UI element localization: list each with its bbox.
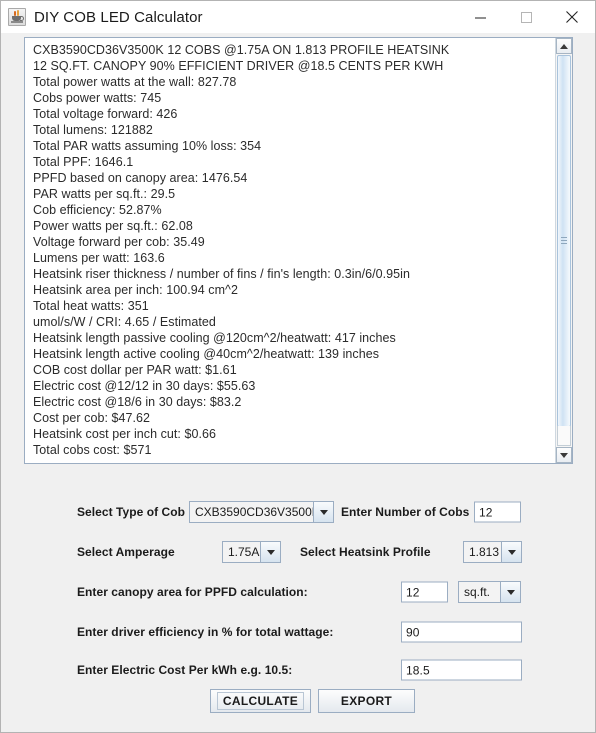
- form-row-canopy-area: Enter canopy area for PPFD calculation: …: [1, 577, 595, 607]
- result-line: PAR watts per sq.ft.: 29.5: [33, 187, 176, 201]
- result-line: Lumens per watt: 163.6: [33, 251, 165, 265]
- cob-type-value: CXB3590CD36V3500K: [189, 501, 320, 523]
- result-line: Electric cost @18/6 in 30 days: $83.2: [33, 395, 242, 409]
- main-content: CXB3590CD36V3500K 12 COBS @1.75A ON 1.81…: [1, 33, 595, 732]
- close-icon: [566, 11, 578, 23]
- canopy-area-label: Enter canopy area for PPFD calculation:: [77, 585, 308, 599]
- java-coffee-cup-icon: [8, 8, 26, 26]
- amperage-select[interactable]: 1.75A: [222, 541, 281, 563]
- result-line: Heatsink length passive cooling @120cm^2…: [33, 331, 396, 345]
- number-of-cobs-label: Enter Number of Cobs: [341, 505, 470, 519]
- driver-efficiency-label: Enter driver efficiency in % for total w…: [77, 625, 334, 639]
- result-line: Heatsink cost per inch cut: $0.66: [33, 427, 216, 441]
- result-line: CXB3590CD36V3500K 12 COBS @1.75A ON 1.81…: [33, 43, 450, 57]
- chevron-up-icon: [560, 43, 568, 49]
- driver-efficiency-input[interactable]: 90: [401, 621, 522, 643]
- heatsink-profile-value: 1.813: [463, 541, 501, 563]
- scroll-up-arrow-button[interactable]: [556, 38, 572, 54]
- chevron-down-icon[interactable]: [260, 541, 281, 563]
- title-bar: DIY COB LED Calculator: [1, 1, 595, 34]
- result-line: Total power watts at the wall: 827.78: [33, 75, 237, 89]
- calculate-button-label: CALCULATE: [216, 692, 305, 710]
- result-line: Total lumens: 121882: [33, 123, 153, 137]
- results-text-area[interactable]: CXB3590CD36V3500K 12 COBS @1.75A ON 1.81…: [25, 38, 555, 463]
- heatsink-profile-label: Select Heatsink Profile: [300, 545, 431, 559]
- electric-cost-label: Enter Electric Cost Per kWh e.g. 10.5:: [77, 663, 293, 677]
- result-line: Electric cost @12/12 in 30 days: $55.63: [33, 379, 256, 393]
- scrollbar-grip-icon: [561, 237, 567, 245]
- result-line: Cost per cob: $47.62: [33, 411, 151, 425]
- export-button-label: EXPORT: [340, 694, 393, 708]
- form-row-amperage: Select Amperage 1.75A Select Heatsink Pr…: [1, 537, 595, 567]
- form-row-electric-cost: Enter Electric Cost Per kWh e.g. 10.5: 1…: [1, 655, 595, 685]
- results-output-panel: CXB3590CD36V3500K 12 COBS @1.75A ON 1.81…: [24, 37, 573, 464]
- application-window: DIY COB LED Calculator CXB3590CD36V3500K…: [0, 0, 596, 733]
- chevron-down-icon[interactable]: [313, 501, 334, 523]
- export-button[interactable]: EXPORT: [318, 689, 415, 713]
- amperage-value: 1.75A: [222, 541, 260, 563]
- result-line: Voltage forward per cob: 35.49: [33, 235, 205, 249]
- canopy-area-input[interactable]: 12: [401, 581, 448, 603]
- result-line: Total voltage forward: 426: [33, 107, 178, 121]
- result-line: Total heat watts: 351: [33, 299, 149, 313]
- result-line: Power watts per sq.ft.: 62.08: [33, 219, 193, 233]
- scrollbar-track[interactable]: [557, 426, 571, 446]
- action-buttons: CALCULATE EXPORT: [1, 689, 595, 715]
- scroll-down-arrow-button[interactable]: [556, 447, 572, 463]
- maximize-button[interactable]: [503, 1, 549, 33]
- heatsink-profile-select[interactable]: 1.813: [463, 541, 522, 563]
- result-line: Cobs power watts: 745: [33, 91, 162, 105]
- calculate-button[interactable]: CALCULATE: [210, 689, 311, 713]
- chevron-down-icon[interactable]: [501, 541, 522, 563]
- scrollbar-thumb[interactable]: [557, 55, 571, 427]
- chevron-down-icon[interactable]: [500, 581, 521, 603]
- form-row-cob-type: Select Type of Cob CXB3590CD36V3500K Ent…: [1, 497, 595, 527]
- canopy-area-unit-select[interactable]: sq.ft.: [458, 581, 521, 603]
- result-line: umol/s/W / CRI: 4.65 / Estimated: [33, 315, 216, 329]
- result-line: PPFD based on canopy area: 1476.54: [33, 171, 248, 185]
- result-line: Heatsink area per inch: 100.94 cm^2: [33, 283, 238, 297]
- electric-cost-input[interactable]: 18.5: [401, 659, 522, 681]
- window-title: DIY COB LED Calculator: [34, 8, 203, 26]
- close-button[interactable]: [549, 1, 595, 33]
- canopy-area-unit-value: sq.ft.: [458, 581, 500, 603]
- form-row-driver-efficiency: Enter driver efficiency in % for total w…: [1, 617, 595, 647]
- maximize-icon: [520, 11, 532, 23]
- minimize-icon: [474, 17, 486, 18]
- chevron-down-icon: [560, 452, 568, 458]
- result-line: Total cobs cost: $571: [33, 443, 152, 457]
- result-line: Cob efficiency: 52.87%: [33, 203, 162, 217]
- cob-type-label: Select Type of Cob: [77, 505, 186, 519]
- result-line: Total PPF: 1646.1: [33, 155, 134, 169]
- cob-type-select[interactable]: CXB3590CD36V3500K: [189, 501, 334, 523]
- result-line: Heatsink length active cooling @40cm^2/h…: [33, 347, 380, 361]
- result-line: Heatsink riser thickness / number of fin…: [33, 267, 411, 281]
- vertical-scrollbar[interactable]: [555, 38, 572, 463]
- window-controls: [457, 1, 595, 33]
- number-of-cobs-input[interactable]: 12: [474, 501, 521, 523]
- minimize-button[interactable]: [457, 1, 503, 33]
- result-line: 12 SQ.FT. CANOPY 90% EFFICIENT DRIVER @1…: [33, 59, 444, 73]
- result-line: COB cost dollar per PAR watt: $1.61: [33, 363, 237, 377]
- amperage-label: Select Amperage: [77, 545, 175, 559]
- result-line: Total PAR watts assuming 10% loss: 354: [33, 139, 262, 153]
